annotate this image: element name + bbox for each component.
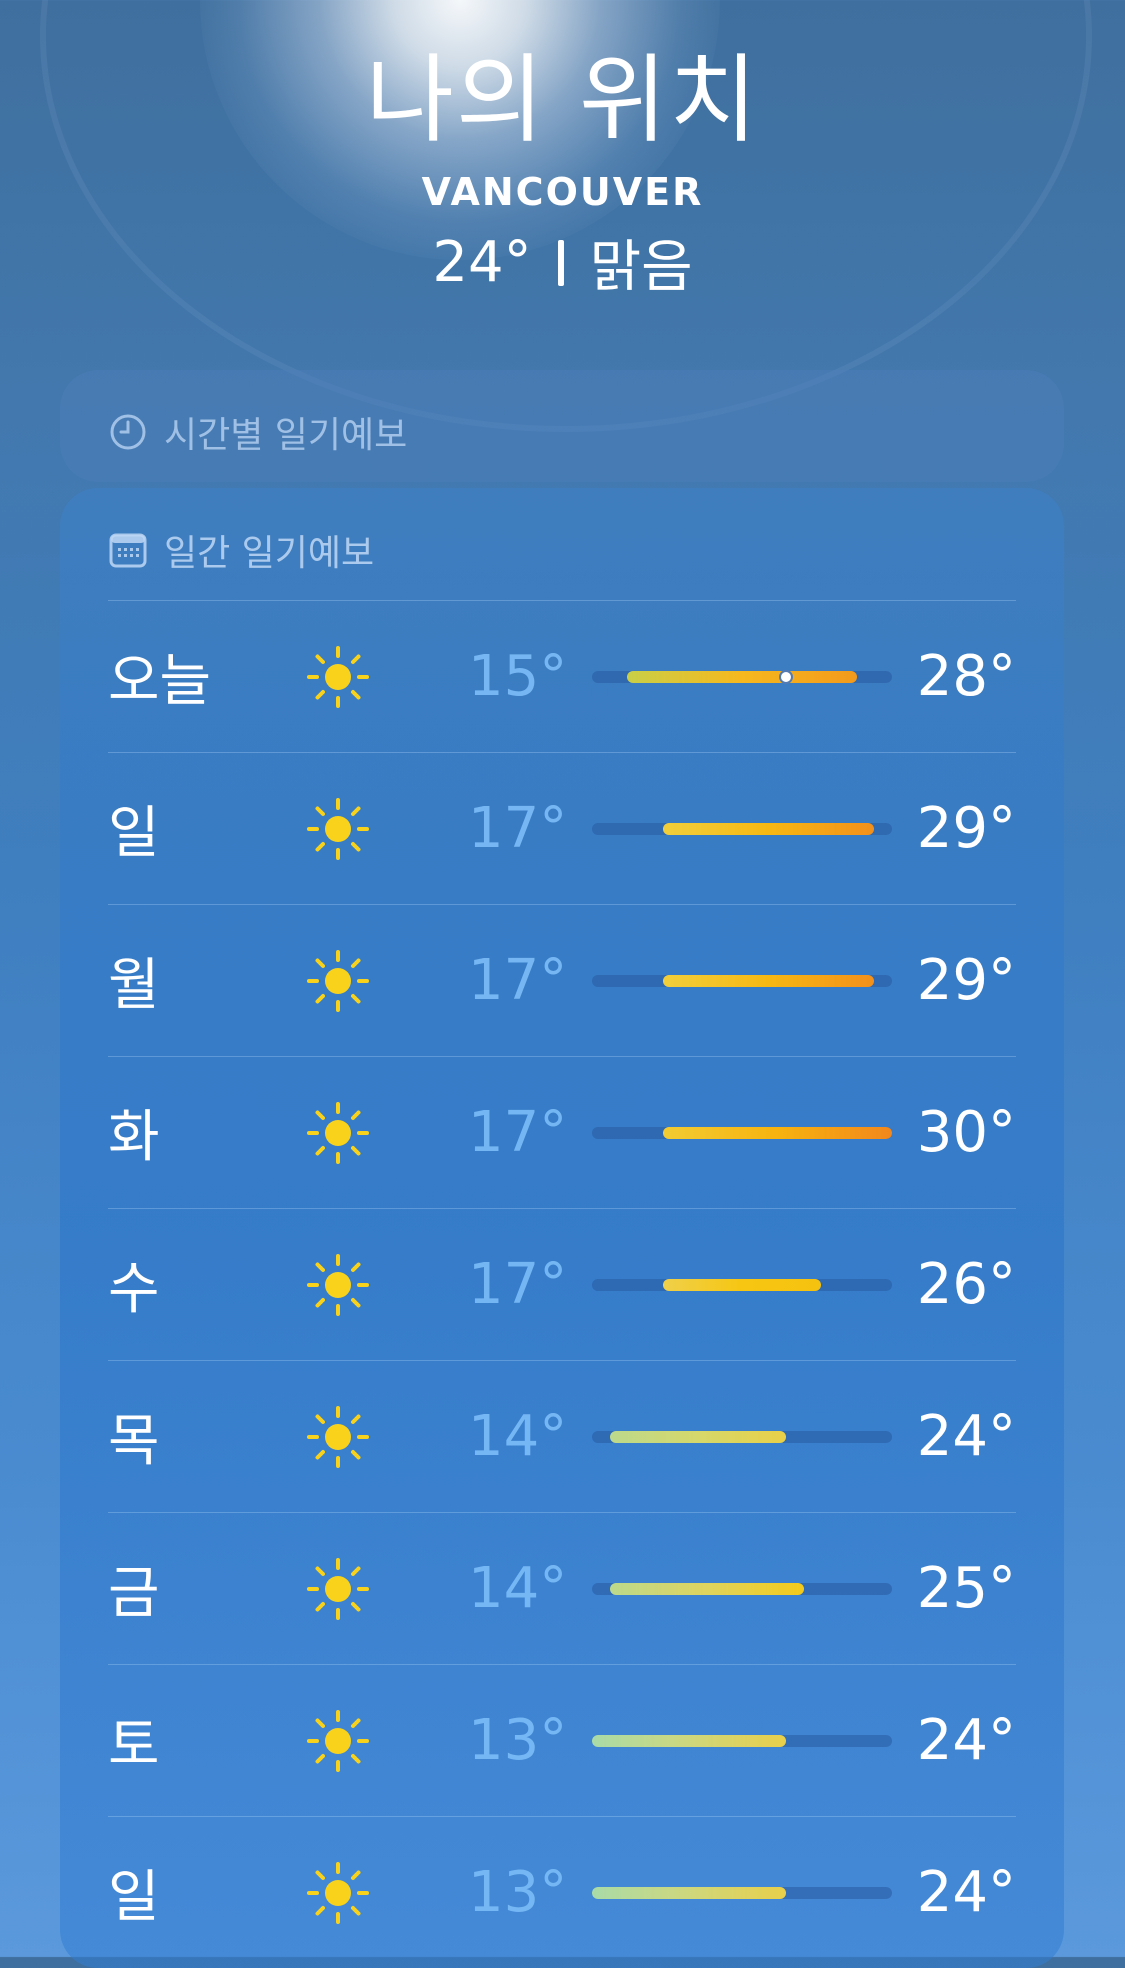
low-temp: 15° [468,644,568,709]
low-temp: 13° [468,1860,568,1925]
daily-label: 일간 일기예보 [164,533,375,574]
calendar-icon [109,533,147,568]
sun-icon [307,1254,369,1316]
temp-range-fill [662,974,875,987]
day-label: 토 [108,1713,160,1778]
temp-range-fill [592,1886,787,1899]
temp-range-fill [592,1734,787,1747]
location-title: 나의 위치 [365,44,760,156]
sun-icon [307,1558,369,1620]
forecast-row[interactable]: 월 17° 29° [108,904,1016,1056]
low-temp: 13° [468,1708,568,1773]
hourly-forecast-card[interactable]: 시간별 일기예보 [60,370,1064,482]
temp-range-fill [609,1430,787,1443]
forecast-row[interactable]: 일 17° 29° [108,752,1016,904]
day-label: 일 [108,801,160,866]
low-temp: 14° [468,1404,568,1469]
sun-icon [307,646,369,708]
day-label: 수 [108,1257,160,1322]
forecast-row[interactable]: 토 13° 24° [108,1664,1016,1816]
day-label: 화 [108,1105,160,1170]
high-temp: 24° [916,1708,1016,1773]
forecast-row[interactable]: 오늘 15° 28° [108,600,1016,752]
current-temp-marker [779,669,794,684]
hourly-header: 시간별 일기예보 [108,406,407,458]
clock-icon [110,414,146,450]
temp-range-fill [662,822,875,835]
day-label: 일 [108,1865,160,1930]
sun-icon [307,1102,369,1164]
high-temp: 25° [916,1556,1016,1621]
sun-icon [307,798,369,860]
sun-icon [307,1862,369,1924]
temp-range-bar [592,1734,892,1747]
high-temp: 28° [916,644,1016,709]
current-conditions: 24° 맑음 [0,222,1125,303]
forecast-row[interactable]: 화 17° 30° [108,1056,1016,1208]
day-label: 오늘 [108,649,212,714]
divider [557,239,564,286]
temp-range-bar [592,822,892,835]
temp-range-bar [592,669,892,684]
forecast-row[interactable]: 수 17° 26° [108,1208,1016,1360]
low-temp: 17° [468,796,568,861]
sun-icon [307,950,369,1012]
day-label: 금 [108,1561,160,1626]
high-temp: 30° [916,1100,1016,1165]
forecast-row[interactable]: 금 14° 25° [108,1512,1016,1664]
city-name: VANCOUVER [421,170,704,214]
temp-range-bar [592,1278,892,1291]
temp-range-fill [627,670,857,683]
sun-icon [307,1710,369,1772]
forecast-row[interactable]: 목 14° 24° [108,1360,1016,1512]
temp-range-bar [592,1126,892,1139]
low-temp: 17° [468,1252,568,1317]
condition-text: 맑음 [589,235,693,300]
forecast-row[interactable]: 일 13° 24° [108,1816,1016,1968]
day-label: 월 [108,953,160,1018]
high-temp: 26° [916,1252,1016,1317]
current-temp: 24° [432,230,532,295]
weather-header: 나의 위치 VANCOUVER 24° 맑음 [0,40,1125,303]
hourly-label: 시간별 일기예보 [164,415,408,456]
temp-range-bar [592,1886,892,1899]
day-label: 목 [108,1409,160,1474]
low-temp: 14° [468,1556,568,1621]
high-temp: 24° [916,1404,1016,1469]
temp-range-bar [592,1582,892,1595]
daily-rows: 오늘 15° 28° 일 17° 29° 월 17° 29° 화 17° 30°… [108,600,1016,1968]
high-temp: 24° [916,1860,1016,1925]
temp-range-bar [592,974,892,987]
high-temp: 29° [916,796,1016,861]
daily-header: 일간 일기예보 [108,524,374,576]
low-temp: 17° [468,948,568,1013]
sun-icon [307,1406,369,1468]
temp-range-fill [662,1126,892,1139]
temp-range-fill [662,1278,822,1291]
temp-range-fill [609,1582,804,1595]
temp-range-bar [592,1430,892,1443]
daily-forecast-card[interactable]: 일간 일기예보 오늘 15° 28° 일 17° 29° 월 17° 29° 화… [60,488,1064,1968]
high-temp: 29° [916,948,1016,1013]
low-temp: 17° [468,1100,568,1165]
